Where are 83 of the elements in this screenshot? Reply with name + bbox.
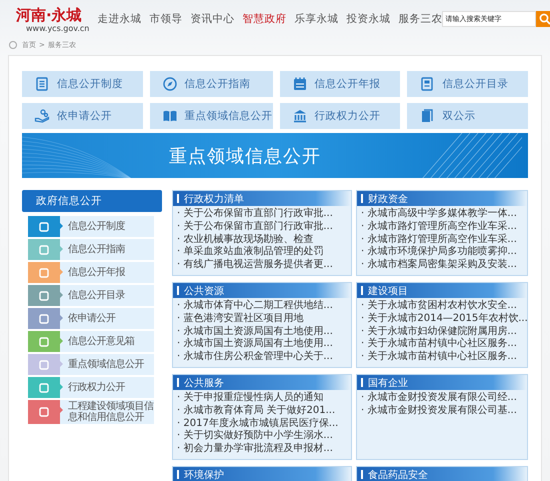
news-link[interactable]: · 永城市路灯管理所高空作业车采... (361, 234, 517, 246)
quick-link-button[interactable]: 信息公开年报 (280, 71, 400, 97)
document-icon (419, 76, 436, 92)
site-url: www.ycs.gov.cn (26, 24, 90, 32)
nav-link[interactable]: 走进永城 (97, 12, 142, 26)
banner-title: 重点领域信息公开 (169, 144, 321, 168)
news-link[interactable]: · 关于永城市妇幼保健院附属用房... (361, 326, 517, 338)
sidebar-item[interactable]: 工程建设领域项目信息和信用信息公开 (28, 400, 154, 424)
square-icon (39, 290, 49, 300)
news-link[interactable]: · 永城市金财投资发展有限公司经... (361, 392, 517, 405)
nav-link[interactable]: 资讯中心 (190, 12, 234, 26)
quick-link-button[interactable]: 信息公开目录 (407, 71, 528, 97)
hand-coins-icon (34, 108, 50, 124)
square-icon (39, 314, 49, 324)
panel-title[interactable]: 财政资金 (368, 192, 408, 206)
panel-title[interactable]: 建设项目 (368, 284, 408, 298)
nav-link[interactable]: 乐享永城 (294, 12, 338, 26)
sidebar-item[interactable]: 信息公开指南 (28, 239, 154, 260)
news-link[interactable]: · 永城市环境保护局多功能喷雾抑... (361, 246, 517, 260)
panel-title[interactable]: 环境保护 (184, 468, 224, 481)
sidebar-item[interactable]: 重点领域信息公开 (28, 354, 154, 375)
news-link[interactable]: · 关于公布保留市直部门行政审批... (177, 208, 333, 221)
document-icon (34, 76, 50, 92)
search-button[interactable] (536, 11, 550, 27)
news-link[interactable]: · 初会力量办学审批流程及申报材... (177, 443, 333, 456)
news-link[interactable]: · 永城市国土资源局国有土地使用... (177, 326, 333, 338)
quick-link-button[interactable]: 双公示 (407, 103, 528, 129)
news-link[interactable]: · 农业机械事故现场勘验、检查 (177, 234, 314, 246)
sidebar-item[interactable]: 行政权力公开 (28, 377, 154, 398)
compass-icon (162, 76, 178, 92)
sidebar-item[interactable]: 信息公开目录 (28, 285, 154, 306)
nav-link[interactable]: 智慧政府 (242, 12, 286, 26)
calendar-icon (292, 76, 308, 92)
news-link[interactable]: · 永城市教育体育局 关于做好201... (177, 404, 336, 418)
panel-title[interactable]: 行政权力清单 (184, 192, 244, 206)
book-icon (162, 108, 178, 124)
news-link[interactable]: · 关于永城市苗村镇中心社区服务... (361, 351, 517, 364)
quick-link-button[interactable]: 行政权力公开 (280, 103, 400, 129)
news-link[interactable]: · 永城市金财投资发展有限公司基... (361, 404, 517, 418)
panel-title[interactable]: 国有企业 (368, 376, 408, 390)
documents-icon (419, 108, 436, 124)
sidebar-header: 政府信息公开 (22, 190, 162, 212)
square-icon (39, 407, 49, 417)
nav-link[interactable]: 服务三农 (398, 12, 442, 26)
home-circle-icon (9, 41, 17, 49)
square-icon (39, 336, 49, 346)
news-link[interactable]: · 有线广播电视运营服务提供者更... (177, 259, 333, 272)
panel-title[interactable]: 公共资源 (184, 284, 224, 298)
quick-link-button[interactable]: 重点领域信息公开 (150, 103, 273, 129)
news-link[interactable]: · 蓝色港湾安置社区项目用地 (177, 312, 304, 326)
building-icon (292, 108, 308, 124)
sidebar-item[interactable]: 依申请公开 (28, 308, 154, 329)
panel-title[interactable]: 食品药品安全 (368, 468, 428, 481)
news-link[interactable]: · 关于申报重症慢性病人员的通知 (177, 392, 324, 405)
square-icon (39, 268, 49, 278)
news-link[interactable]: · 永城市国土资源局国有土地使用... (177, 338, 333, 352)
news-link[interactable]: · 关于永城市2014—2015年农村饮... (361, 312, 528, 326)
panel-title[interactable]: 公共服务 (184, 376, 224, 390)
square-icon (39, 244, 49, 254)
news-link[interactable]: · 单采血浆站血液制品管理的处罚 (177, 246, 324, 260)
news-link[interactable]: · 2017年度永城市城镇居民医疗保... (177, 418, 338, 430)
nav-link[interactable]: 市领导 (149, 12, 182, 26)
news-link[interactable]: · 永城市高级中学多媒体教学一体... (361, 208, 517, 221)
square-icon (39, 382, 49, 392)
nav-link[interactable]: 投资永城 (346, 12, 390, 26)
site-logo[interactable]: 河南·永城 (16, 6, 82, 24)
news-link[interactable]: · 永城市住房公积金管理中心关于... (177, 351, 333, 364)
search-icon (539, 13, 550, 25)
sidebar-item[interactable]: 信息公开意见箱 (28, 331, 154, 352)
square-icon (39, 222, 49, 232)
news-link[interactable]: · 关于公布保留市直部门行政审批... (177, 220, 333, 234)
sidebar-item[interactable]: 信息公开制度 (28, 216, 154, 237)
sidebar-item[interactable]: 信息公开年报 (28, 262, 154, 283)
quick-link-button[interactable]: 信息公开指南 (150, 71, 273, 97)
news-link[interactable]: · 永城市档案局密集架采购及安装... (361, 259, 517, 272)
square-icon (39, 360, 49, 370)
news-link[interactable]: · 关于永城市苗村镇中心社区服务... (361, 338, 517, 352)
quick-link-button[interactable]: 信息公开制度 (22, 71, 143, 97)
news-link[interactable]: · 永城市体育中心二期工程供地结... (177, 300, 333, 313)
news-link[interactable]: · 关于切实做好预防中小学生溺水... (177, 430, 333, 444)
news-link[interactable]: · 关于永城市贫困村农村饮水安全... (361, 300, 517, 313)
news-link[interactable]: · 永城市路灯管理所高空作业车采... (361, 220, 517, 234)
quick-link-button[interactable]: 依申请公开 (22, 103, 143, 129)
